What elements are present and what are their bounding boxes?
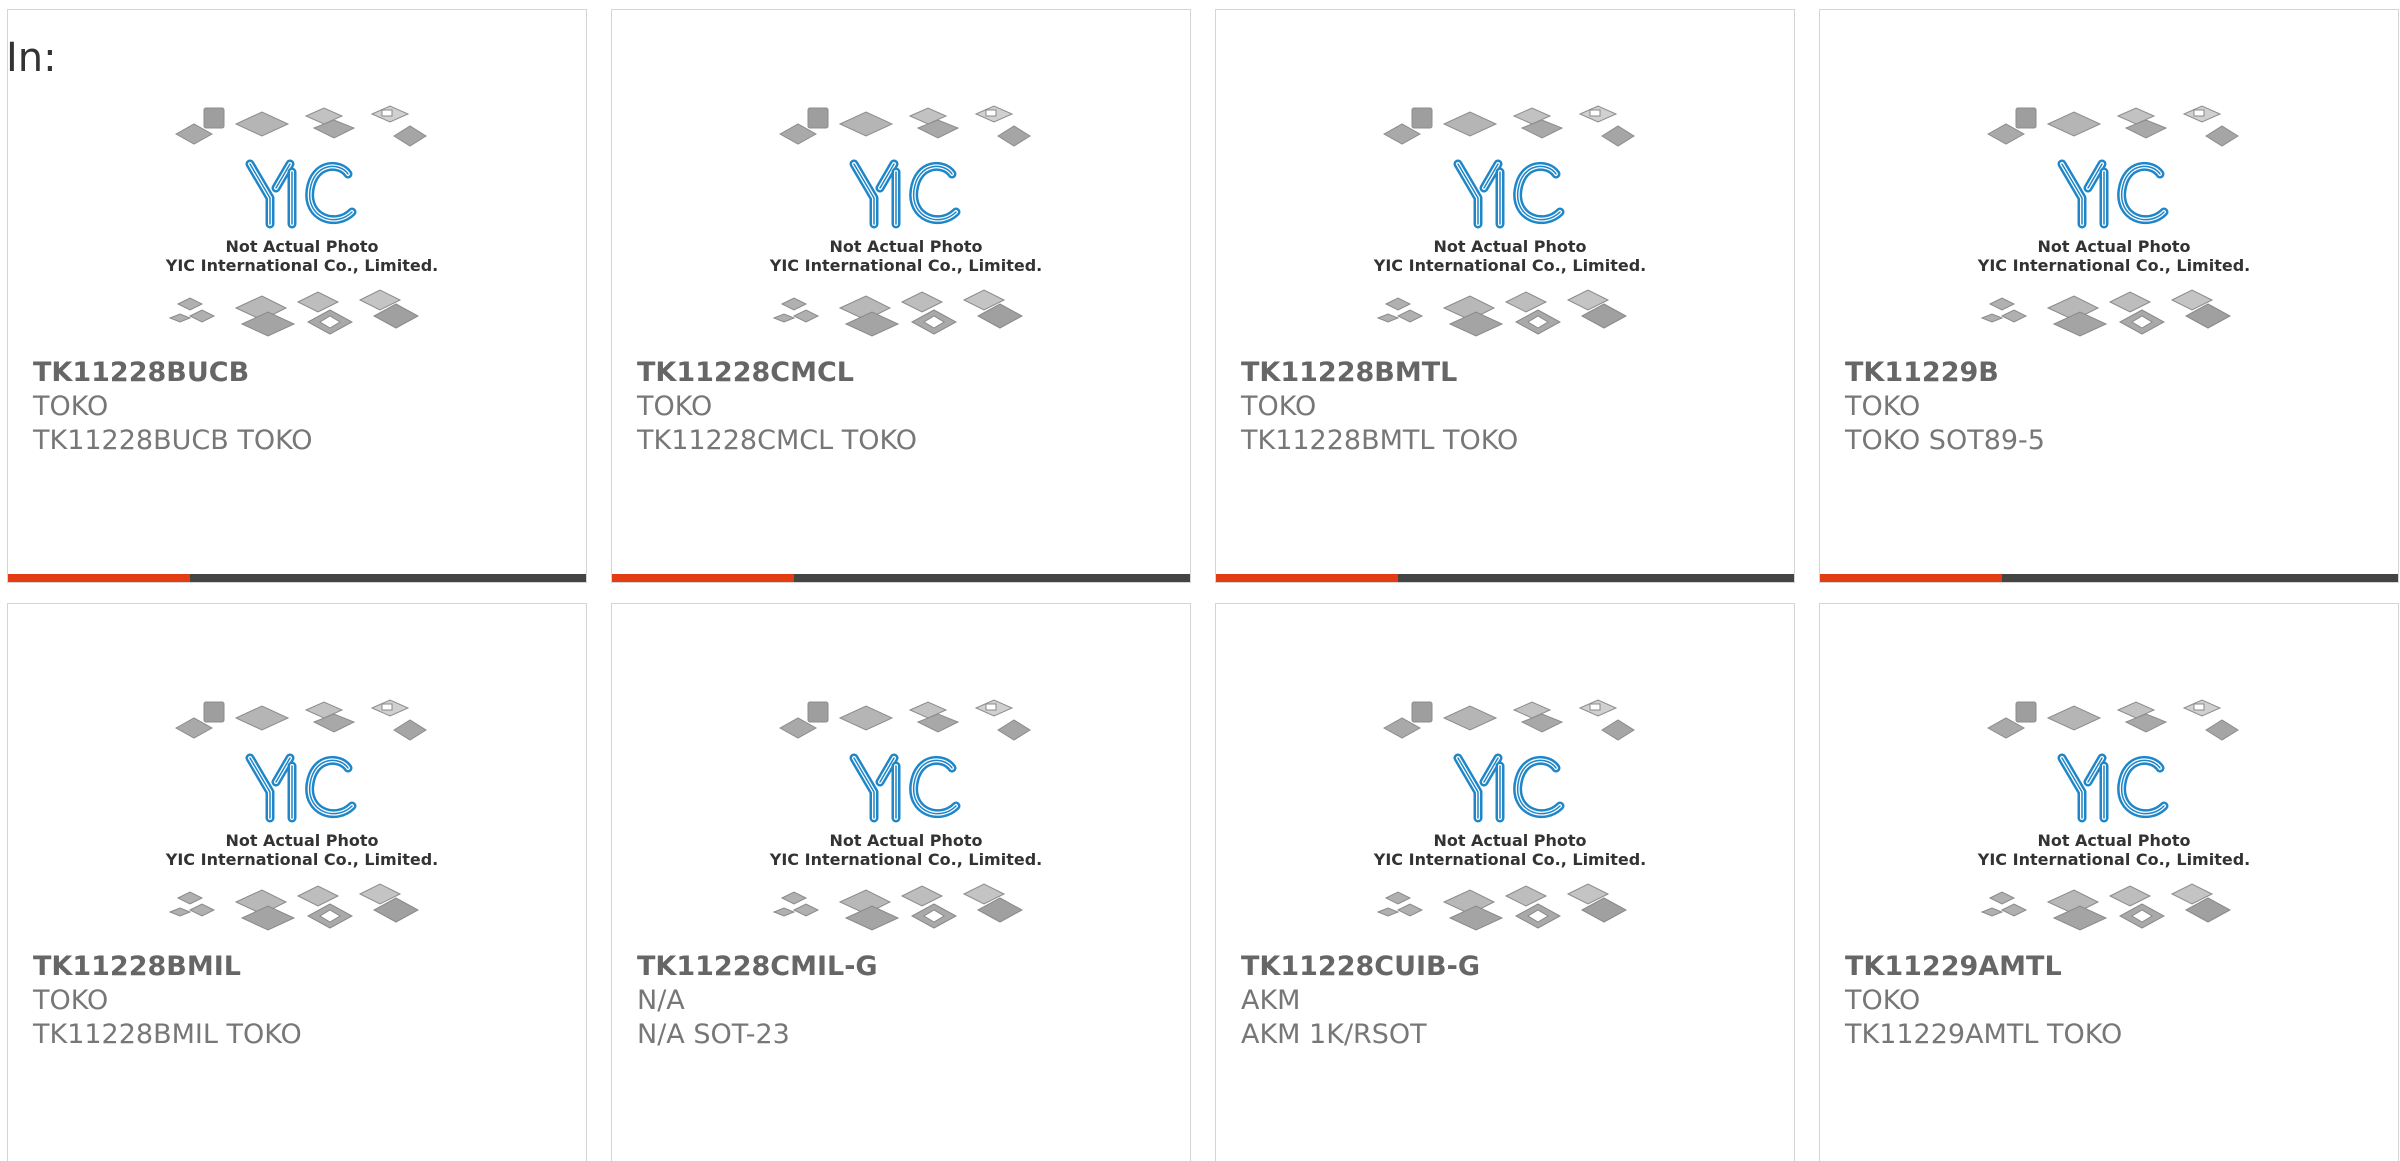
- description-label: TK11228BMIL TOKO: [33, 1019, 302, 1050]
- description-label: TK11229AMTL TOKO: [1845, 1019, 2123, 1050]
- manufacturer-label: TOKO: [1845, 985, 1921, 1016]
- product-card[interactable]: Not Actual Photo YIC International Co., …: [1215, 603, 1795, 1161]
- card-accent-bar: [1216, 574, 1398, 582]
- product-info: TK11229B TOKO TOKO SOT89-5: [1845, 356, 2388, 458]
- card-bottom-bar: [1820, 574, 2398, 582]
- product-thumbnail-image[interactable]: Not Actual Photo YIC International Co., …: [768, 102, 1044, 352]
- thumbnail-caption-line2: YIC International Co., Limited.: [165, 256, 438, 275]
- product-thumbnail-image[interactable]: Not Actual Photo YIC International Co., …: [164, 102, 440, 352]
- product-card[interactable]: Not Actual Photo YIC International Co., …: [1819, 9, 2399, 583]
- thumbnail-caption-line2: YIC International Co., Limited.: [1977, 256, 2250, 275]
- part-number-link[interactable]: TK11228CUIB-G: [1241, 950, 1784, 984]
- thumbnail-caption-line2: YIC International Co., Limited.: [1373, 256, 1646, 275]
- card-accent-bar: [1820, 574, 2002, 582]
- thumbnail-caption-line2: YIC International Co., Limited.: [769, 850, 1042, 869]
- part-number-link[interactable]: TK11228CMIL-G: [637, 950, 1180, 984]
- product-card[interactable]: Not Actual Photo YIC International Co., …: [1215, 9, 1795, 583]
- thumbnail-caption-line1: Not Actual Photo: [225, 237, 378, 256]
- product-card[interactable]: Not Actual Photo YIC International Co., …: [7, 9, 587, 583]
- product-info: TK11228CMCL TOKO TK11228CMCL TOKO: [637, 356, 1180, 458]
- product-thumbnail-image[interactable]: Not Actual Photo YIC International Co., …: [1976, 696, 2252, 946]
- card-bottom-bar: [612, 574, 1190, 582]
- description-label: TK11228BMTL TOKO: [1241, 425, 1519, 456]
- product-info: TK11228BMIL TOKO TK11228BMIL TOKO: [33, 950, 576, 1052]
- manufacturer-label: TOKO: [33, 985, 109, 1016]
- card-bottom-bar: [1216, 574, 1794, 582]
- part-number-link[interactable]: TK11229AMTL: [1845, 950, 2388, 984]
- product-grid: Not Actual Photo YIC International Co., …: [7, 9, 2399, 1161]
- part-number-link[interactable]: TK11228BUCB: [33, 356, 576, 390]
- card-accent-bar: [8, 574, 190, 582]
- description-label: AKM 1K/RSOT: [1241, 1019, 1427, 1050]
- thumbnail-caption-line2: YIC International Co., Limited.: [769, 256, 1042, 275]
- product-card[interactable]: Not Actual Photo YIC International Co., …: [1819, 603, 2399, 1161]
- part-number-link[interactable]: TK11228CMCL: [637, 356, 1180, 390]
- manufacturer-label: N/A: [637, 985, 685, 1016]
- product-card[interactable]: Not Actual Photo YIC International Co., …: [611, 603, 1191, 1161]
- product-info: TK11228CMIL-G N/A N/A SOT-23: [637, 950, 1180, 1052]
- product-info: TK11228BMTL TOKO TK11228BMTL TOKO: [1241, 356, 1784, 458]
- manufacturer-label: TOKO: [33, 391, 109, 422]
- description-label: TOKO SOT89-5: [1845, 425, 2045, 456]
- description-label: N/A SOT-23: [637, 1019, 790, 1050]
- description-label: TK11228BUCB TOKO: [33, 425, 313, 456]
- thumbnail-caption-line1: Not Actual Photo: [1433, 237, 1586, 256]
- thumbnail-caption-line1: Not Actual Photo: [2037, 831, 2190, 850]
- thumbnail-caption-line1: Not Actual Photo: [1433, 831, 1586, 850]
- product-thumbnail-image[interactable]: Not Actual Photo YIC International Co., …: [1976, 102, 2252, 352]
- card-bottom-bar: [8, 574, 586, 582]
- thumbnail-caption-line1: Not Actual Photo: [225, 831, 378, 850]
- product-info: TK11229AMTL TOKO TK11229AMTL TOKO: [1845, 950, 2388, 1052]
- product-card[interactable]: Not Actual Photo YIC International Co., …: [7, 603, 587, 1161]
- manufacturer-label: TOKO: [637, 391, 713, 422]
- product-listing-page: In: Not Actual Photo YIC International C…: [0, 0, 2400, 1161]
- thumbnail-caption-line1: Not Actual Photo: [829, 831, 982, 850]
- in-label: In:: [6, 35, 57, 81]
- thumbnail-caption-line2: YIC International Co., Limited.: [165, 850, 438, 869]
- product-thumbnail-image[interactable]: Not Actual Photo YIC International Co., …: [768, 696, 1044, 946]
- product-info: TK11228BUCB TOKO TK11228BUCB TOKO: [33, 356, 576, 458]
- thumbnail-caption-line1: Not Actual Photo: [2037, 237, 2190, 256]
- manufacturer-label: TOKO: [1241, 391, 1317, 422]
- thumbnail-caption-line2: YIC International Co., Limited.: [1977, 850, 2250, 869]
- product-thumbnail-image[interactable]: Not Actual Photo YIC International Co., …: [164, 696, 440, 946]
- manufacturer-label: TOKO: [1845, 391, 1921, 422]
- thumbnail-caption-line1: Not Actual Photo: [829, 237, 982, 256]
- part-number-link[interactable]: TK11228BMTL: [1241, 356, 1784, 390]
- description-label: TK11228CMCL TOKO: [637, 425, 917, 456]
- part-number-link[interactable]: TK11228BMIL: [33, 950, 576, 984]
- manufacturer-label: AKM: [1241, 985, 1301, 1016]
- thumbnail-caption-line2: YIC International Co., Limited.: [1373, 850, 1646, 869]
- card-accent-bar: [612, 574, 794, 582]
- part-number-link[interactable]: TK11229B: [1845, 356, 2388, 390]
- product-card[interactable]: Not Actual Photo YIC International Co., …: [611, 9, 1191, 583]
- product-thumbnail-image[interactable]: Not Actual Photo YIC International Co., …: [1372, 696, 1648, 946]
- product-thumbnail-image[interactable]: Not Actual Photo YIC International Co., …: [1372, 102, 1648, 352]
- product-info: TK11228CUIB-G AKM AKM 1K/RSOT: [1241, 950, 1784, 1052]
